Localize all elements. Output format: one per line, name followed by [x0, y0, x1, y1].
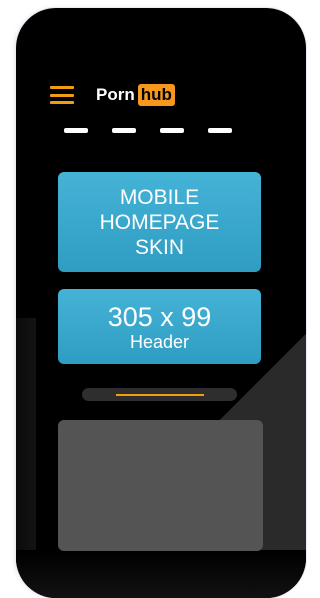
content-placeholder — [58, 420, 263, 551]
site-logo[interactable]: Porn hub — [96, 84, 175, 106]
ad-name-label: Header — [129, 331, 190, 352]
screen-shade — [16, 318, 36, 588]
nav-dash — [160, 128, 184, 133]
nav-placeholder — [64, 128, 232, 133]
mobile-homepage-skin-placeholder: MOBILE HOMEPAGE SKIN — [58, 172, 261, 272]
logo-text: Porn — [96, 85, 135, 104]
ad-size-label: 305 x 99 — [107, 301, 212, 332]
nav-dash — [64, 128, 88, 133]
skin-label-line: SKIN — [134, 235, 184, 259]
nav-dash — [208, 128, 232, 133]
nav-dash — [112, 128, 136, 133]
skin-label-line: MOBILE — [119, 185, 200, 209]
logo-highlight: hub — [137, 84, 175, 106]
skin-label-line: HOMEPAGE — [99, 210, 220, 234]
menu-icon[interactable] — [50, 86, 74, 104]
scroll-indicator-bar — [116, 394, 204, 396]
header-ad-placeholder: 305 x 99 Header — [58, 289, 261, 364]
site-header: Porn hub — [50, 80, 175, 110]
screen-shade-bottom — [16, 550, 306, 598]
scroll-indicator — [82, 388, 237, 401]
